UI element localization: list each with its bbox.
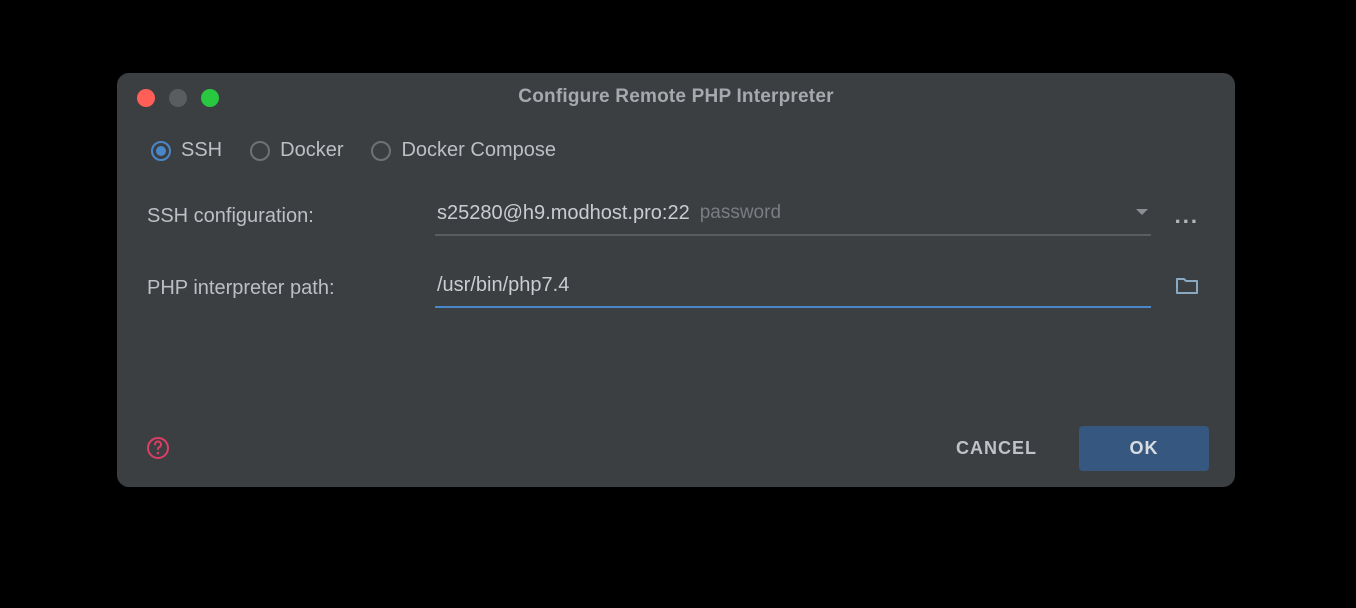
radio-circle-icon [371, 141, 391, 161]
radio-ssh-label: SSH [181, 139, 222, 162]
ssh-configuration-auth-hint: password [700, 202, 1125, 224]
php-interpreter-path-field-wrap [435, 268, 1205, 308]
radio-docker-compose[interactable]: Docker Compose [371, 139, 556, 162]
radio-docker[interactable]: Docker [250, 139, 343, 162]
dialog-titlebar: Configure Remote PHP Interpreter [117, 73, 1235, 121]
radio-circle-icon [250, 141, 270, 161]
ok-button[interactable]: OK [1079, 426, 1209, 471]
minimize-window-button[interactable] [169, 89, 187, 107]
dialog-title: Configure Remote PHP Interpreter [518, 86, 833, 108]
dialog-footer: CANCEL OK [117, 409, 1235, 487]
radio-docker-label: Docker [280, 139, 343, 162]
ssh-configuration-field-wrap: s25280@h9.modhost.pro:22 password ... [435, 196, 1205, 236]
radio-docker-compose-label: Docker Compose [401, 139, 556, 162]
folder-icon [1175, 276, 1199, 296]
window-controls [137, 89, 219, 107]
ssh-configuration-dropdown[interactable]: s25280@h9.modhost.pro:22 password [435, 196, 1151, 236]
php-interpreter-path-label: PHP interpreter path: [147, 277, 435, 300]
close-window-button[interactable] [137, 89, 155, 107]
php-interpreter-path-input[interactable] [437, 274, 1149, 297]
help-icon [146, 436, 170, 460]
chevron-down-icon [1135, 204, 1149, 222]
ssh-configuration-browse-button[interactable]: ... [1169, 203, 1205, 229]
browse-folder-button[interactable] [1169, 276, 1205, 301]
ssh-configuration-value: s25280@h9.modhost.pro:22 [437, 202, 690, 225]
interpreter-type-radio-group: SSH Docker Docker Compose [147, 139, 1205, 162]
radio-ssh[interactable]: SSH [151, 139, 222, 162]
maximize-window-button[interactable] [201, 89, 219, 107]
cancel-button[interactable]: CANCEL [936, 426, 1057, 471]
ssh-configuration-label: SSH configuration: [147, 205, 435, 228]
configure-remote-php-interpreter-dialog: Configure Remote PHP Interpreter SSH Doc… [117, 73, 1235, 487]
radio-dot-icon [156, 146, 166, 156]
php-interpreter-path-row: PHP interpreter path: [147, 268, 1205, 308]
radio-circle-selected-icon [151, 141, 171, 161]
dialog-content: SSH Docker Docker Compose SSH configurat… [117, 121, 1235, 308]
ssh-configuration-row: SSH configuration: s25280@h9.modhost.pro… [147, 196, 1205, 236]
help-button[interactable] [143, 433, 173, 463]
php-interpreter-path-input-wrap [435, 268, 1151, 308]
